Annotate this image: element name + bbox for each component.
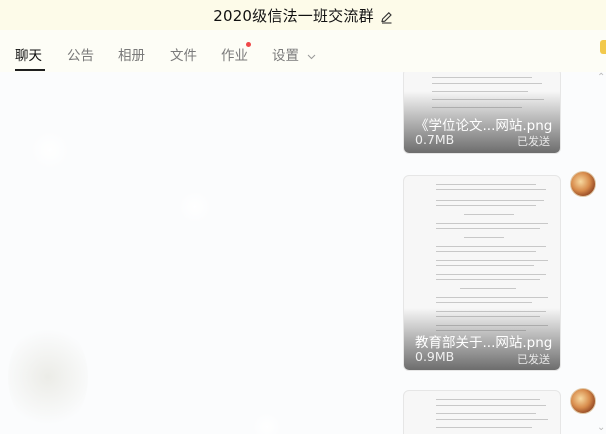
document-preview	[404, 391, 560, 434]
file-message-card[interactable]: 教育部关于...网站.png 0.9MB 已发送	[403, 175, 561, 371]
side-panel-icon[interactable]	[600, 40, 606, 54]
chevron-down-icon	[307, 48, 316, 64]
file-size: 0.9MB	[415, 349, 455, 364]
avatar[interactable]	[570, 388, 596, 414]
tab-settings-label: 设置	[272, 48, 299, 64]
file-name: 《学位论文...网站.png	[415, 118, 553, 134]
background-decoration	[8, 322, 88, 432]
title-bar: 2020级信法一班交流群	[0, 0, 606, 30]
active-tab-indicator	[15, 69, 45, 71]
tab-chat[interactable]: 聊天	[15, 44, 42, 64]
file-name: 教育部关于...网站.png	[415, 335, 553, 351]
send-status: 已发送	[517, 135, 550, 148]
tab-album[interactable]: 相册	[118, 44, 145, 64]
avatar[interactable]	[570, 171, 596, 197]
background-decoration	[252, 412, 282, 434]
background-decoration	[178, 190, 212, 224]
file-message-card[interactable]	[403, 390, 561, 434]
tab-announcements[interactable]: 公告	[67, 44, 94, 64]
group-title: 2020级信法一班交流群	[213, 6, 374, 25]
chat-area: 《学位论文...网站.png 0.7MB 已发送 教育部关于...网站.png …	[0, 72, 606, 434]
tab-files[interactable]: 文件	[170, 44, 197, 64]
tab-homework[interactable]: 作业	[221, 44, 248, 64]
edit-icon[interactable]	[380, 9, 393, 24]
file-size: 0.7MB	[415, 132, 455, 147]
expand-icon[interactable]: ⌄	[597, 422, 605, 433]
background-decoration	[30, 130, 70, 170]
tab-homework-label: 作业	[221, 48, 248, 64]
expand-icon[interactable]: ⌃	[597, 72, 605, 83]
file-message-card[interactable]: 《学位论文...网站.png 0.7MB 已发送	[403, 72, 561, 154]
tab-bar: 聊天 公告 相册 文件 作业 设置	[0, 30, 606, 72]
notification-dot	[246, 42, 251, 47]
send-status: 已发送	[517, 353, 550, 366]
tab-settings[interactable]: 设置	[272, 44, 316, 64]
